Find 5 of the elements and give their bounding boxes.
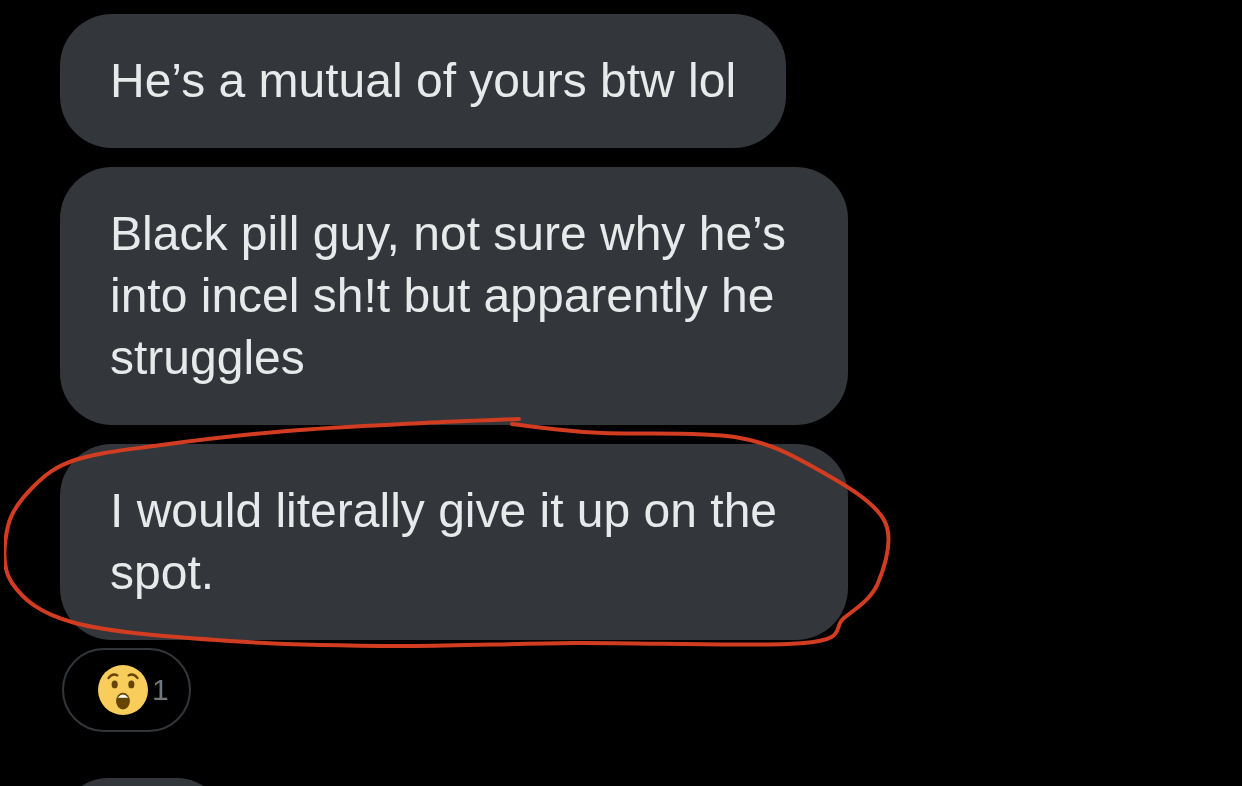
message-text: Black pill guy, not sure why he’s into incel sh!t but apparently he struggles <box>110 206 787 386</box>
surprised-face-icon <box>98 665 148 715</box>
message-text: He’s a mutual of yours btw lol <box>110 53 737 109</box>
reaction-pill[interactable]: 1 <box>62 648 191 732</box>
message-text: I would literally give it up on the spot. <box>110 483 779 601</box>
